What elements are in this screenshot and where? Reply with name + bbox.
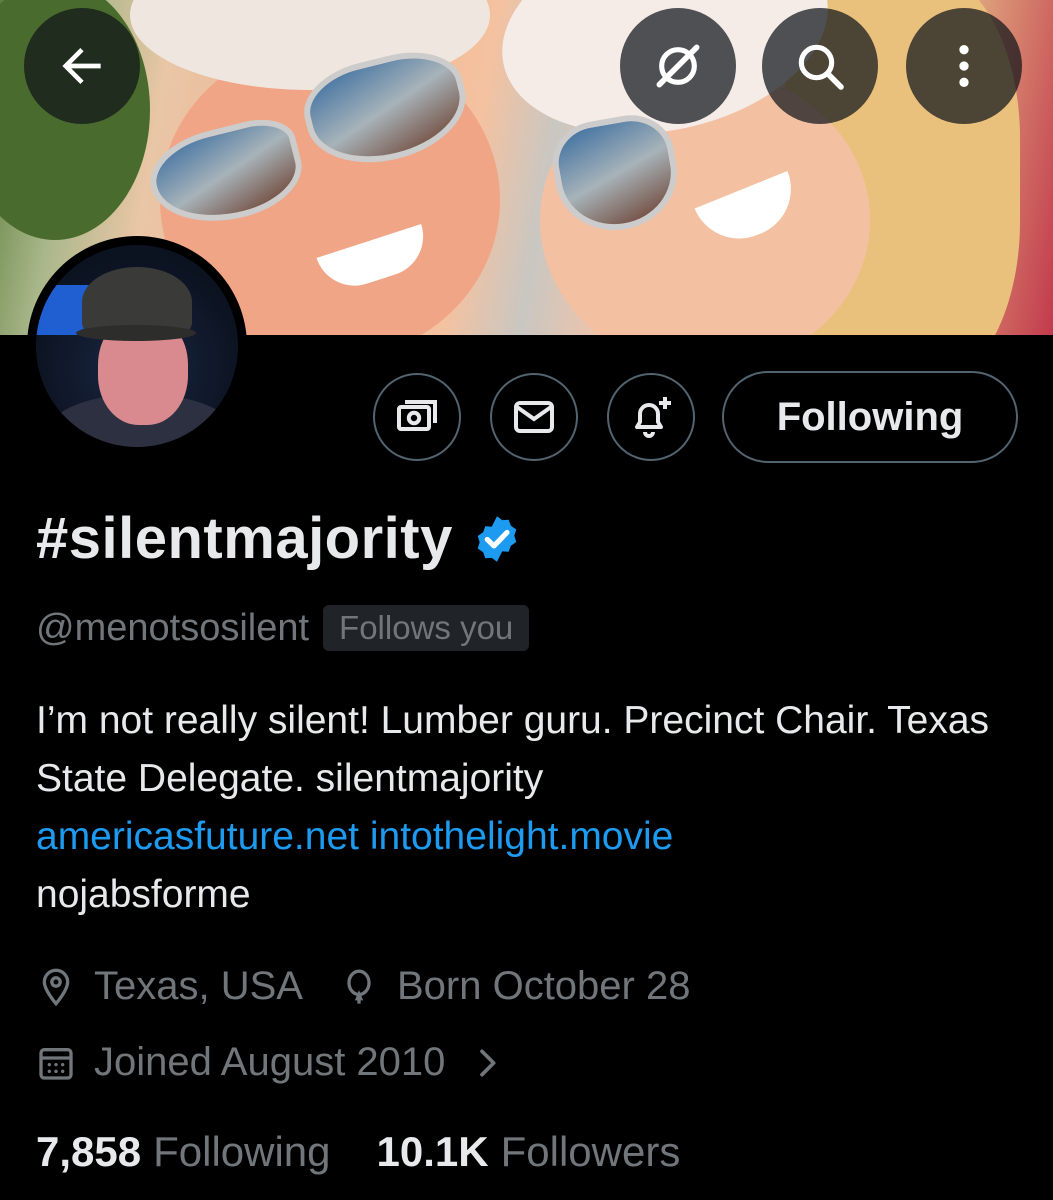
meta-row-location: Texas, USA Born October 28 bbox=[36, 964, 690, 1009]
search-button[interactable] bbox=[762, 8, 878, 124]
bio-link-americasfuture[interactable]: americasfuture.net bbox=[36, 815, 359, 858]
location-text: Texas, USA bbox=[94, 964, 303, 1008]
grok-icon bbox=[656, 44, 700, 88]
avatar-cap-brim bbox=[76, 325, 196, 341]
followers-stat[interactable]: 10.1K Followers bbox=[377, 1128, 681, 1176]
followers-label: Followers bbox=[500, 1128, 681, 1175]
following-stat[interactable]: 7,858 Following bbox=[36, 1128, 331, 1176]
tip-button[interactable] bbox=[373, 373, 461, 461]
message-button[interactable] bbox=[490, 373, 578, 461]
handle-row: @menotsosilent Follows you bbox=[36, 605, 530, 651]
grok-button[interactable] bbox=[620, 8, 736, 124]
following-button[interactable]: Following bbox=[722, 371, 1018, 463]
more-button[interactable] bbox=[906, 8, 1022, 124]
search-icon bbox=[798, 44, 844, 90]
bell-plus-icon bbox=[635, 397, 671, 438]
meta-row-joined[interactable]: Joined August 2010 bbox=[36, 1040, 507, 1085]
chevron-right-icon bbox=[480, 1049, 496, 1076]
verified-badge-icon[interactable] bbox=[471, 513, 523, 565]
bio-tail: nojabsforme bbox=[36, 873, 251, 916]
bio-link-intothelight[interactable]: intothelight.movie bbox=[370, 815, 674, 858]
follows-you-badge: Follows you bbox=[323, 605, 530, 651]
following-count: 7,858 bbox=[36, 1128, 142, 1175]
followers-count: 10.1K bbox=[376, 1128, 489, 1175]
birthday-text: Born October 28 bbox=[396, 964, 691, 1008]
arrow-left-icon bbox=[62, 48, 101, 84]
following-label: Following bbox=[153, 1128, 331, 1175]
money-icon bbox=[397, 400, 437, 431]
display-name-row: #silentmajority bbox=[36, 505, 523, 572]
bio: I’m not really silent! Lumber guru. Prec… bbox=[36, 692, 1026, 924]
display-name: #silentmajority bbox=[36, 506, 453, 571]
avatar-photo bbox=[36, 245, 238, 447]
balloon-icon bbox=[347, 969, 371, 1004]
location-pin-icon bbox=[42, 968, 70, 1006]
back-button[interactable] bbox=[24, 8, 140, 124]
avatar[interactable] bbox=[27, 236, 247, 456]
envelope-icon bbox=[514, 401, 554, 433]
joined-text: Joined August 2010 bbox=[94, 1040, 446, 1084]
more-vertical-icon bbox=[959, 45, 969, 87]
bio-text: I’m not really silent! Lumber guru. Prec… bbox=[36, 699, 990, 800]
stats-row: 7,858 Following 10.1K Followers bbox=[36, 1128, 680, 1176]
notify-button[interactable] bbox=[607, 373, 695, 461]
calendar-icon bbox=[39, 1047, 73, 1080]
handle: @menotsosilent bbox=[36, 606, 310, 649]
